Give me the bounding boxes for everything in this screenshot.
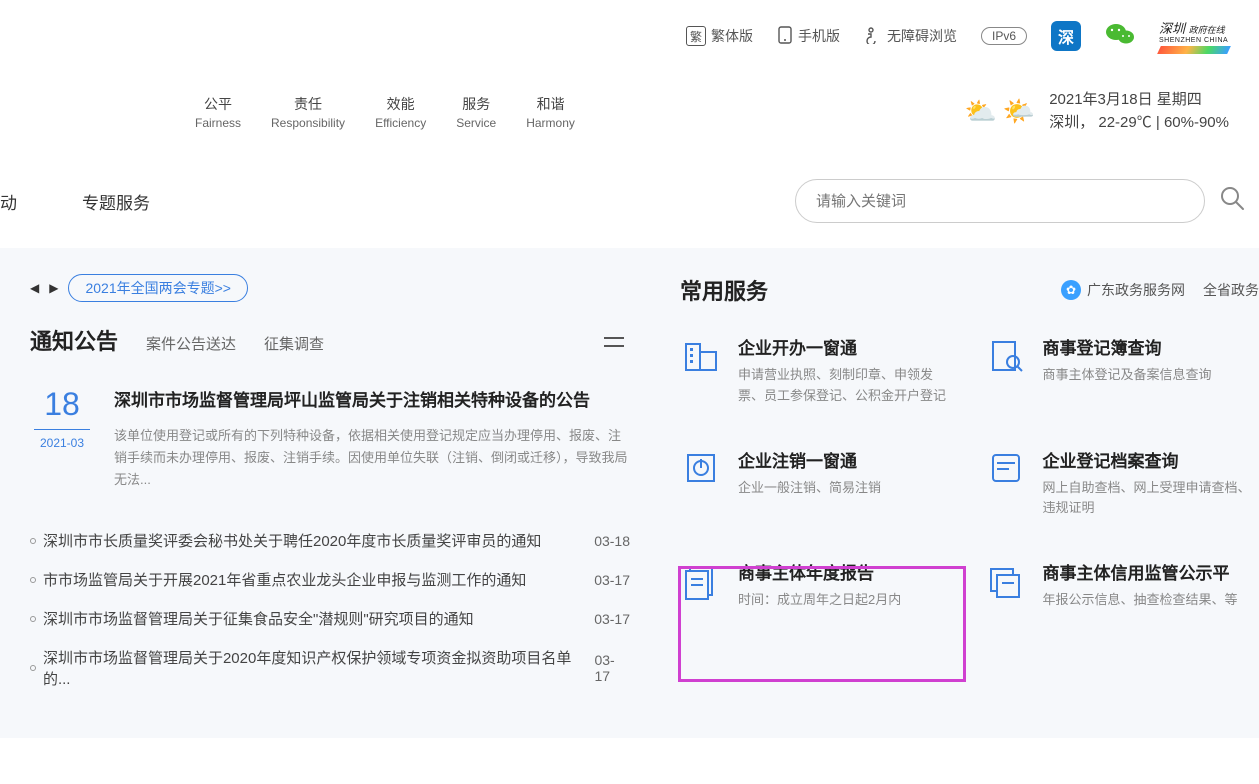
mobile-icon	[777, 26, 793, 47]
report-icon	[680, 559, 722, 601]
service-title: 常用服务	[680, 274, 768, 306]
service-annual-report[interactable]: 商事主体年度报告时间：成立周年之日起2月内	[680, 559, 955, 611]
news-title: 深圳市市长质量奖评委会秘书处关于聘任2020年度市长质量奖评审员的通知	[30, 530, 541, 551]
search-container	[795, 179, 1259, 223]
brand-stripe-icon	[1157, 46, 1231, 54]
news-date: 03-17	[594, 572, 630, 588]
traditional-link[interactable]: 繁 繁体版	[686, 26, 753, 46]
left-tabs: 通知公告 案件公告送达 征集调查	[30, 324, 630, 356]
tab-case-delivery[interactable]: 案件公告送达	[146, 333, 236, 354]
featured-article[interactable]: 18 2021-03 深圳市市场监督管理局坪山监管局关于注销相关特种设备的公告 …	[30, 386, 630, 491]
accessibility-label: 无障碍浏览	[887, 26, 957, 46]
wechat-icon[interactable]	[1105, 21, 1135, 51]
link-guangdong[interactable]: ✿ 广东政务服务网	[1061, 280, 1185, 300]
mobile-label: 手机版	[798, 26, 840, 46]
service-credit-supervision[interactable]: 商事主体信用监管公示平年报公示信息、抽查检查结果、等	[985, 559, 1259, 611]
left-column: ◀ ▶ 2021年全国两会专题>> 通知公告 案件公告送达 征集调查 18 20…	[30, 274, 630, 698]
app-badge-icon[interactable]: 深	[1051, 21, 1081, 51]
banner-pill[interactable]: 2021年全国两会专题>>	[68, 274, 248, 302]
search-button[interactable]	[1215, 184, 1249, 218]
tab-notices[interactable]: 通知公告	[30, 324, 118, 356]
flower-icon: ✿	[1061, 280, 1081, 300]
right-column: 常用服务 ✿ 广东政务服务网 全省政务 企业开办一窗通申请营业执照、刻制印章、申…	[680, 274, 1259, 698]
folder-icon	[985, 447, 1027, 489]
top-utility-bar: 繁 繁体版 手机版 无障碍浏览 IPv6 深 深圳 政府在线 SHENZHEN …	[0, 0, 1259, 54]
prev-arrow-icon[interactable]: ◀	[30, 281, 39, 295]
service-links: ✿ 广东政务服务网 全省政务	[1061, 280, 1259, 300]
service-grid: 企业开办一窗通申请营业执照、刻制印章、申领发票、员工参保登记、公积金开户登记 商…	[680, 334, 1259, 611]
news-title: 市市场监管局关于开展2021年省重点农业龙头企业申报与监测工作的通知	[30, 569, 526, 590]
motto-fairness: 公平Fairness	[195, 94, 241, 130]
weather-date: 2021年3月18日 星期四	[1049, 89, 1229, 112]
accessibility-icon	[864, 26, 882, 47]
news-date: 03-17	[594, 611, 630, 627]
motto-service: 服务Service	[456, 94, 496, 130]
banner-carousel: ◀ ▶ 2021年全国两会专题>>	[30, 274, 630, 302]
accessibility-link[interactable]: 无障碍浏览	[864, 26, 957, 47]
news-date: 03-18	[594, 533, 630, 549]
featured-date: 18 2021-03	[30, 386, 94, 491]
brand-logo[interactable]: 深圳 政府在线 SHENZHEN CHINA	[1159, 18, 1229, 54]
news-item[interactable]: 市市场监管局关于开展2021年省重点农业龙头企业申报与监测工作的通知 03-17	[30, 560, 630, 599]
motto-list: 公平Fairness 责任Responsibility 效能Efficiency…	[195, 94, 575, 130]
next-arrow-icon[interactable]: ▶	[49, 281, 58, 295]
sun-cloud-icon: 🌤️	[1003, 96, 1035, 127]
motto-efficiency: 效能Efficiency	[375, 94, 426, 130]
link-province[interactable]: 全省政务	[1203, 280, 1259, 300]
featured-title: 深圳市市场监督管理局坪山监管局关于注销相关特种设备的公告	[114, 386, 630, 411]
power-icon	[680, 447, 722, 489]
featured-desc: 该单位使用登记或所有的下列特种设备，依据相关使用登记规定应当办理停用、报废、注销…	[114, 425, 630, 491]
nav-item-1[interactable]: 动	[0, 189, 17, 214]
menu-icon[interactable]	[604, 329, 630, 355]
service-registration-book[interactable]: 商事登记簿查询商事主体登记及备案信息查询	[985, 334, 1259, 407]
mobile-link[interactable]: 手机版	[777, 26, 840, 47]
news-date: 03-17	[594, 652, 630, 684]
nav-links: 动 专题服务	[0, 189, 150, 214]
ipv6-badge[interactable]: IPv6	[981, 27, 1027, 45]
featured-day: 18	[44, 386, 80, 423]
service-enterprise-cancel[interactable]: 企业注销一窗通企业一般注销、简易注销	[680, 447, 955, 520]
traditional-label: 繁体版	[711, 26, 753, 46]
motto-responsibility: 责任Responsibility	[271, 94, 345, 130]
ipv6-label: IPv6	[981, 27, 1027, 45]
nav-search-row: 动 专题服务	[0, 154, 1259, 248]
cloud-icon: ⛅	[964, 96, 996, 127]
news-item[interactable]: 深圳市市场监督管理局关于征集食品安全"潜规则"研究项目的通知 03-17	[30, 599, 630, 638]
document-search-icon	[985, 334, 1027, 376]
search-icon	[1219, 185, 1245, 211]
news-list: 深圳市市长质量奖评委会秘书处关于聘任2020年度市长质量奖评审员的通知 03-1…	[30, 521, 630, 698]
content-area: ◀ ▶ 2021年全国两会专题>> 通知公告 案件公告送达 征集调查 18 20…	[0, 248, 1259, 738]
weather-widget: ⛅ 🌤️ 2021年3月18日 星期四 深圳， 22-29℃ | 60%-90%	[964, 89, 1229, 134]
tab-survey[interactable]: 征集调查	[264, 333, 324, 354]
traditional-icon: 繁	[686, 26, 706, 46]
news-item[interactable]: 深圳市市长质量奖评委会秘书处关于聘任2020年度市长质量奖评审员的通知 03-1…	[30, 521, 630, 560]
service-enterprise-open[interactable]: 企业开办一窗通申请营业执照、刻制印章、申领发票、员工参保登记、公积金开户登记	[680, 334, 955, 407]
service-archive-query[interactable]: 企业登记档案查询网上自助查档、网上受理申请查档、违规证明	[985, 447, 1259, 520]
motto-section: 公平Fairness 责任Responsibility 效能Efficiency…	[0, 54, 1259, 154]
search-input[interactable]	[795, 179, 1205, 223]
featured-ym: 2021-03	[40, 436, 84, 450]
weather-icons: ⛅ 🌤️	[964, 96, 1035, 127]
featured-body: 深圳市市场监督管理局坪山监管局关于注销相关特种设备的公告 该单位使用登记或所有的…	[114, 386, 630, 491]
motto-harmony: 和谐Harmony	[526, 94, 575, 130]
news-item[interactable]: 深圳市市场监督管理局关于2020年度知识产权保护领域专项资金拟资助项目名单的..…	[30, 638, 630, 698]
layers-icon	[985, 559, 1027, 601]
weather-detail: 深圳， 22-29℃ | 60%-90%	[1049, 112, 1229, 135]
building-icon	[680, 334, 722, 376]
nav-item-topics[interactable]: 专题服务	[82, 189, 150, 214]
news-title: 深圳市市场监督管理局关于2020年度知识产权保护领域专项资金拟资助项目名单的..…	[30, 647, 594, 689]
service-header: 常用服务 ✿ 广东政务服务网 全省政务	[680, 274, 1259, 306]
news-title: 深圳市市场监督管理局关于征集食品安全"潜规则"研究项目的通知	[30, 608, 474, 629]
